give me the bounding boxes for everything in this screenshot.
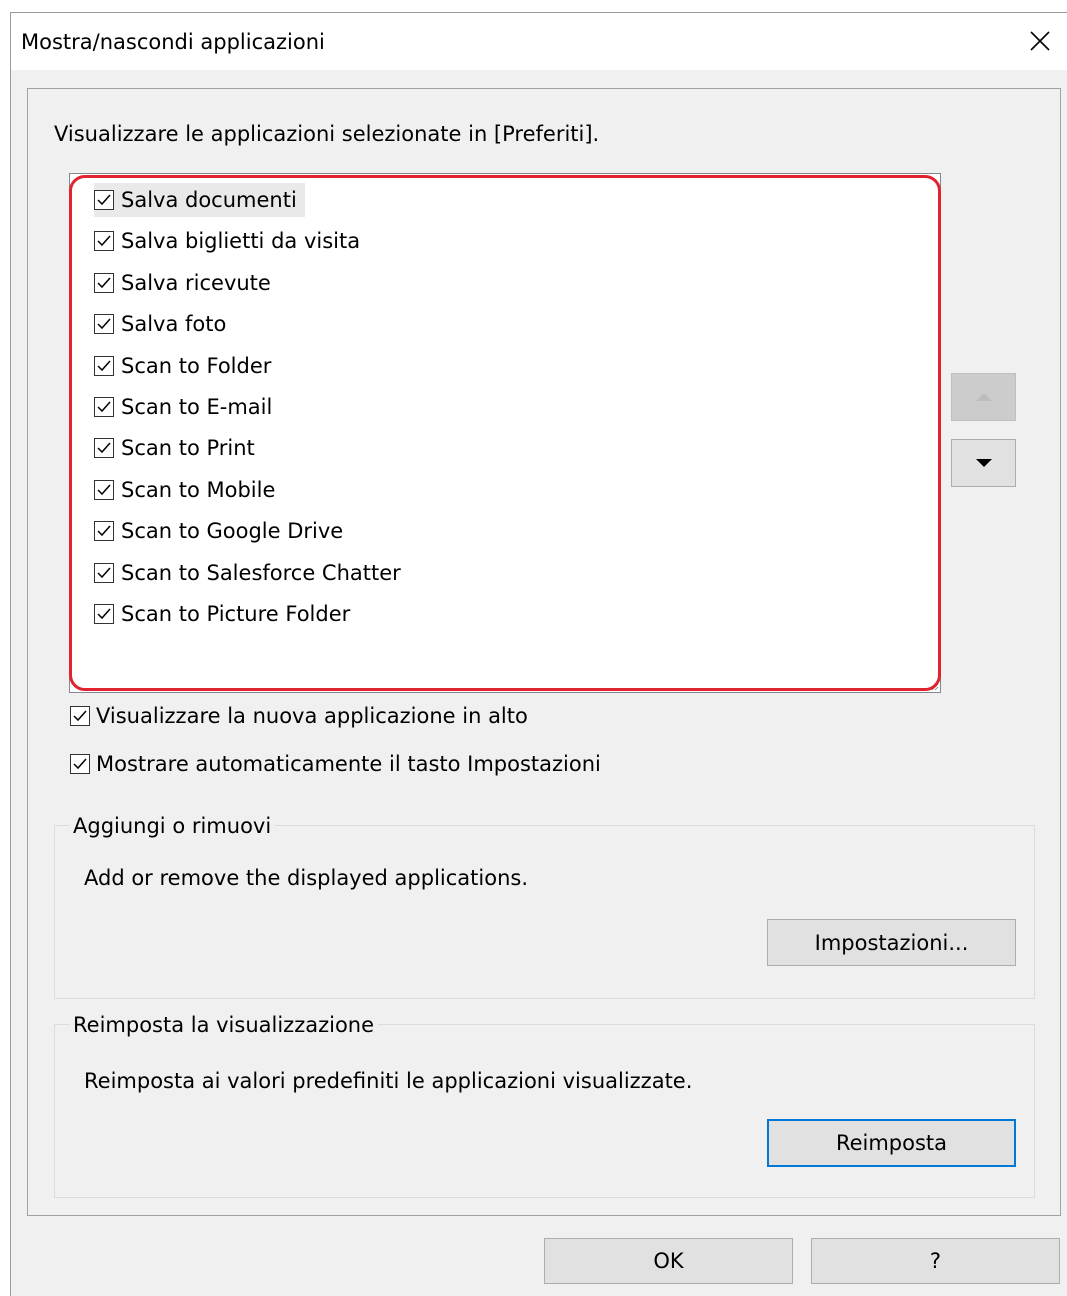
add-remove-group-title: Aggiungi o rimuovi [69,813,276,839]
list-item[interactable]: Salva documenti [94,183,305,217]
list-item[interactable]: Scan to Print [94,431,263,465]
list-item-label: Scan to Mobile [121,477,276,502]
help-button[interactable]: ? [811,1238,1060,1284]
triangle-up-icon [975,393,992,401]
checkmark-icon [97,360,111,371]
list-item-checkbox[interactable] [94,355,114,376]
list-item[interactable]: Scan to Picture Folder [94,597,358,631]
list-item[interactable]: Scan to Google Drive [94,514,351,548]
new-app-on-top-label: Visualizzare la nuova applicazione in al… [96,704,528,728]
settings-button[interactable]: Impostazioni... [767,919,1016,966]
list-item-checkbox[interactable] [94,272,114,293]
list-item-checkbox[interactable] [94,231,114,252]
checkmark-icon [97,608,111,620]
checkmark-icon [97,235,111,247]
reset-description: Reimposta ai valori predefiniti le appli… [84,1069,693,1093]
list-item-label: Salva biglietti da visita [121,229,361,254]
list-item[interactable]: Scan to Mobile [94,473,283,507]
new-app-on-top-checkbox[interactable]: Visualizzare la nuova applicazione in al… [70,703,528,729]
applications-listbox[interactable]: Salva documenti Salva biglietti da visita… [69,173,941,693]
checkmark-icon [97,277,111,288]
list-item-checkbox[interactable] [94,314,114,335]
checkmark-icon [97,567,111,578]
checkmark-icon [73,758,87,770]
dialog-title: Mostra/nascondi applicazioni [21,30,325,54]
list-item-label: Scan to Print [121,436,255,461]
list-item[interactable]: Scan to Salesforce Chatter [94,556,409,590]
list-item-label: Salva foto [121,312,227,337]
add-remove-groupbox [54,825,1035,999]
checkbox-box[interactable] [70,754,90,774]
list-item[interactable]: Salva biglietti da visita [94,224,368,258]
list-item-checkbox[interactable] [94,438,114,459]
auto-show-settings-label: Mostrare automaticamente il tasto Impost… [96,752,601,776]
auto-show-settings-checkbox[interactable]: Mostrare automaticamente il tasto Impost… [70,751,601,777]
list-item-checkbox[interactable] [94,479,114,500]
reset-group-title: Reimposta la visualizzazione [69,1012,379,1038]
add-remove-description: Add or remove the displayed applications… [84,866,528,890]
list-item-label: Salva ricevute [121,270,271,295]
reset-button[interactable]: Reimposta [767,1119,1016,1167]
list-item-label: Scan to Salesforce Chatter [121,560,401,585]
dialog-window: Mostra/nascondi applicazioni Visualizzar… [10,12,1067,1296]
resize-grip-icon [931,683,939,691]
list-item-checkbox[interactable] [94,521,114,542]
move-up-button[interactable] [951,373,1016,421]
list-item[interactable]: Salva ricevute [94,266,279,300]
list-item[interactable]: Salva foto [94,307,234,341]
close-button[interactable] [1012,13,1067,69]
list-item-checkbox[interactable] [94,562,114,583]
list-item-checkbox[interactable] [94,190,114,210]
checkmark-icon [97,401,111,413]
list-item[interactable]: Scan to Folder [94,349,279,383]
list-item[interactable]: Scan to E-mail [94,390,280,424]
checkmark-icon [73,710,87,722]
triangle-down-icon [975,459,992,467]
checkmark-icon [97,484,111,495]
list-item-label: Salva documenti [121,188,297,212]
checkmark-icon [97,442,111,454]
list-item-checkbox[interactable] [94,397,114,417]
list-item-label: Scan to E-mail [121,395,273,419]
move-down-button[interactable] [951,439,1016,487]
list-item-label: Scan to Folder [121,353,272,378]
instructions-text: Visualizzare le applicazioni selezionate… [54,122,600,146]
checkbox-box[interactable] [70,706,90,726]
list-item-label: Scan to Google Drive [121,519,344,544]
list-item-checkbox[interactable] [94,604,114,624]
reset-groupbox [54,1024,1035,1198]
checkmark-icon [97,194,111,206]
checkmark-icon [97,318,111,330]
close-icon [1030,31,1050,51]
list-item-label: Scan to Picture Folder [121,602,351,626]
checkmark-icon [97,525,111,537]
title-bar: Mostra/nascondi applicazioni [11,13,1067,70]
ok-button[interactable]: OK [544,1238,793,1284]
